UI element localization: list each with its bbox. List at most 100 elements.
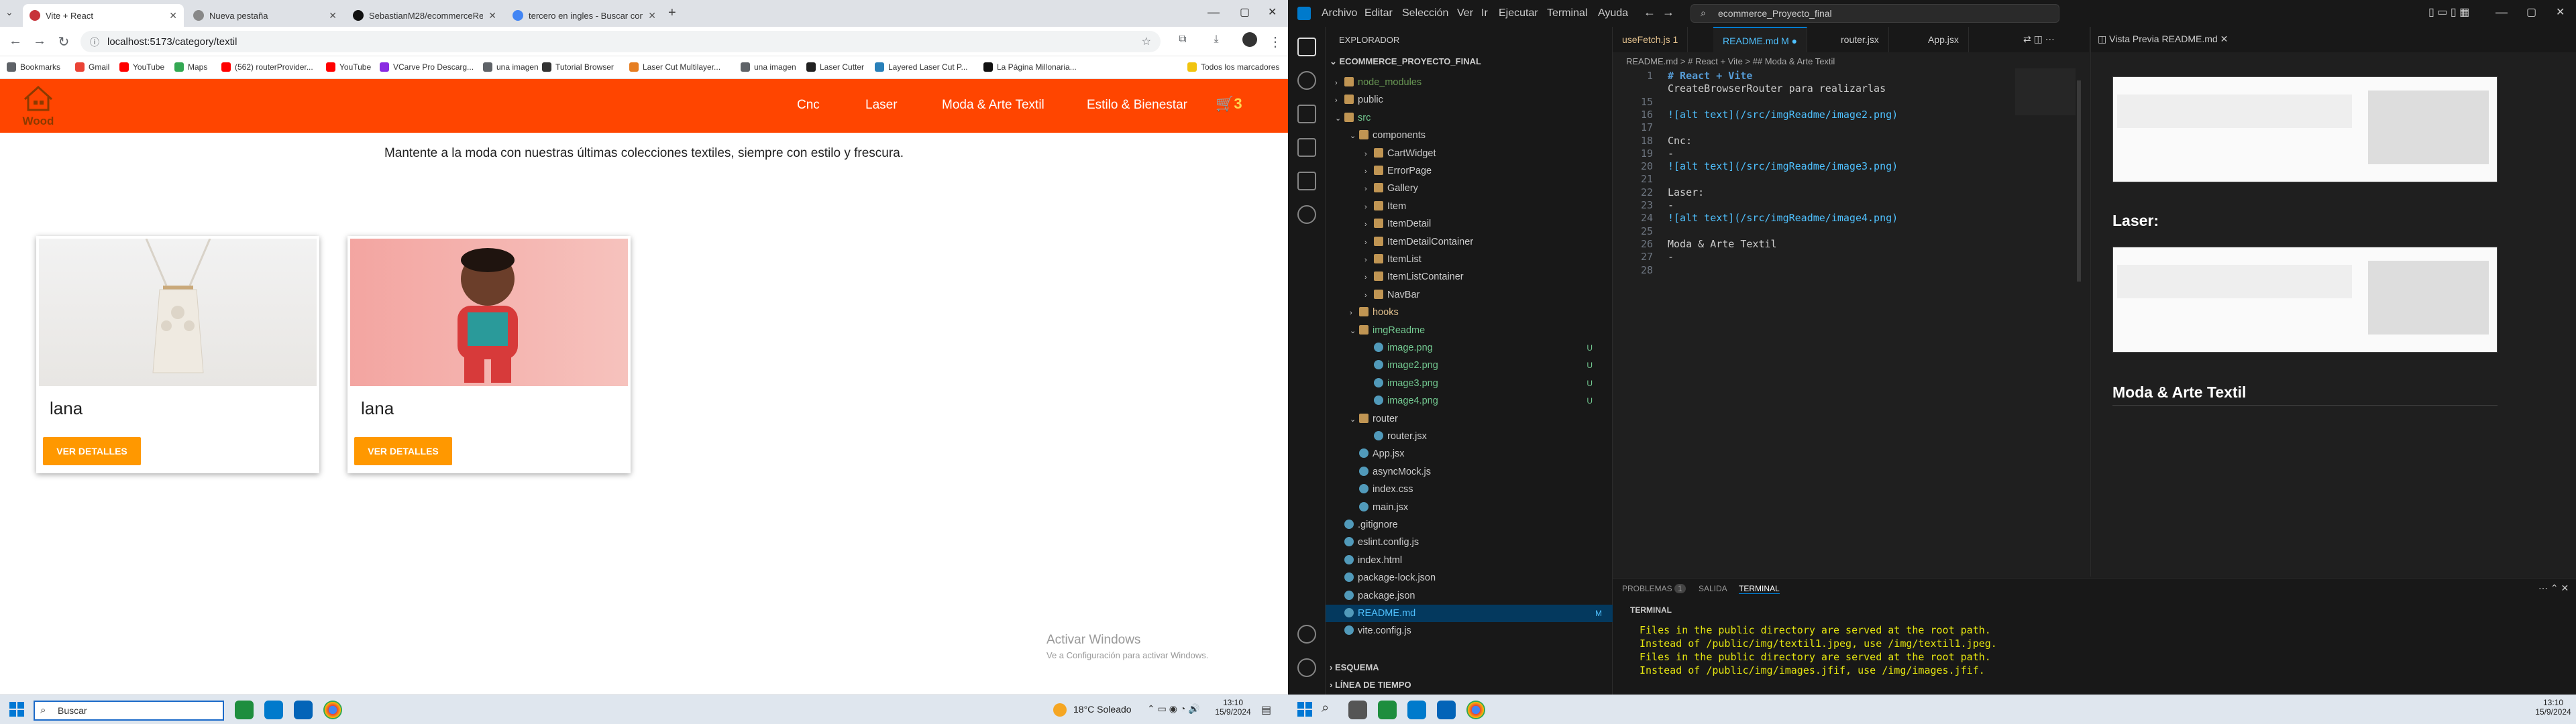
menu-ver[interactable]: Ver xyxy=(1457,7,1473,19)
tree-folder[interactable]: ⌄ components xyxy=(1350,127,1603,144)
bookmark-item[interactable]: Gmail xyxy=(75,62,109,72)
bookmark-item[interactable]: Laser Cutter xyxy=(806,62,864,72)
remote-icon[interactable] xyxy=(1297,205,1316,224)
tree-folder[interactable]: › node_modules xyxy=(1335,74,1603,91)
code-line[interactable]: - xyxy=(1668,199,1674,211)
view-details-button[interactable]: VER DETALLES xyxy=(43,437,141,465)
tree-file[interactable]: README.md M xyxy=(1326,605,1613,622)
tree-folder[interactable]: › NavBar xyxy=(1364,286,1603,304)
settings-gear-icon[interactable] xyxy=(1297,658,1316,677)
close-icon[interactable]: ✕ xyxy=(169,10,177,21)
minimap[interactable] xyxy=(2015,68,2076,115)
menu-ayuda[interactable]: Ayuda xyxy=(1598,7,1628,19)
account-icon[interactable] xyxy=(1297,625,1316,644)
code-line[interactable]: # React + Vite xyxy=(1668,70,1752,82)
weather-text[interactable]: 18°C Soleado xyxy=(1073,704,1132,715)
code-line[interactable]: - xyxy=(1668,147,1674,160)
minimize-icon[interactable]: — xyxy=(2496,5,2508,19)
tab-new[interactable]: Nueva pestaña ✕ xyxy=(186,4,343,27)
code-line[interactable]: - xyxy=(1668,251,1674,263)
code-line[interactable]: Laser: xyxy=(1668,186,1704,198)
bookmark-item[interactable]: Maps xyxy=(174,62,207,72)
code-line[interactable]: ![alt text](/src/imgReadme/image4.png) xyxy=(1668,212,1898,224)
code-line[interactable]: ![alt text](/src/imgReadme/image3.png) xyxy=(1668,160,1898,172)
bookmark-item[interactable]: una imagen xyxy=(483,62,539,72)
nav-forward-icon[interactable]: → xyxy=(1662,5,1674,19)
code-line[interactable]: ![alt text](/src/imgReadme/image2.png) xyxy=(1668,109,1898,121)
clock[interactable]: 13:10 15/9/2024 xyxy=(2533,698,2573,717)
site-logo[interactable]: Wood xyxy=(15,84,62,127)
breadcrumb[interactable]: README.md > # React + Vite > ## Moda & A… xyxy=(1626,56,1835,66)
tree-folder[interactable]: ⌄ imgReadme xyxy=(1350,322,1603,339)
app-icon[interactable] xyxy=(1378,701,1397,719)
system-tray-icons[interactable]: ⌃ ▭ ◉ ◔ 🔊 xyxy=(1147,703,1200,715)
project-root[interactable]: ⌄ ECOMMERCE_PROYECTO_FINAL xyxy=(1330,56,1481,67)
site-info-icon[interactable]: ⓘ xyxy=(90,36,99,49)
tab-terminal[interactable]: TERMINAL xyxy=(1739,584,1780,594)
tree-folder[interactable]: › Gallery xyxy=(1364,180,1603,197)
tree-file[interactable]: package-lock.json xyxy=(1335,569,1603,587)
timeline-section[interactable]: › LÍNEA DE TIEMPO xyxy=(1330,680,1411,690)
tab-usefetch[interactable]: useFetch.js 1 xyxy=(1613,27,1688,52)
new-tab-button[interactable]: + xyxy=(668,5,676,21)
cart-widget[interactable]: 🛒3 xyxy=(1216,95,1242,113)
tree-folder[interactable]: › hooks xyxy=(1350,304,1603,321)
bookmark-item[interactable]: Bookmarks xyxy=(7,62,60,72)
maximize-icon[interactable]: ▢ xyxy=(2526,5,2536,19)
vscode-taskbar-icon[interactable] xyxy=(1407,701,1426,719)
tab-problems[interactable]: PROBLEMAS 1 xyxy=(1622,584,1686,593)
tree-file[interactable]: asyncMock.js xyxy=(1350,463,1603,481)
search-icon[interactable] xyxy=(1297,71,1316,90)
bookmark-item[interactable]: Layered Laser Cut P... xyxy=(875,62,968,72)
layout-toggle-icons[interactable]: ▯ ▭ ▯ ▦ xyxy=(2428,5,2469,19)
minimize-icon[interactable]: — xyxy=(1208,5,1220,19)
profile-avatar[interactable] xyxy=(1241,32,1258,51)
tree-folder[interactable]: › ErrorPage xyxy=(1364,162,1603,180)
chrome-taskbar-icon[interactable] xyxy=(323,701,342,719)
tab-vite-react[interactable]: Vite + React ✕ xyxy=(23,4,184,27)
tree-file[interactable]: eslint.config.js xyxy=(1335,534,1603,551)
editor-actions-icons[interactable]: ⇄ ◫ ⋯ xyxy=(2023,34,2055,45)
search-icon[interactable]: ⌕ xyxy=(1322,701,1329,716)
tree-folder[interactable]: › Item xyxy=(1364,198,1603,215)
clock[interactable]: 13:10 15/9/2024 xyxy=(1213,698,1253,717)
menu-editar[interactable]: Editar xyxy=(1364,7,1393,19)
windows-start-icon[interactable] xyxy=(1297,702,1312,717)
tab-preview[interactable]: ◫ Vista Previa README.md ✕ xyxy=(2098,34,2228,45)
nav-link-laser[interactable]: Laser xyxy=(865,98,898,113)
all-bookmarks[interactable]: Todos los marcadores xyxy=(1187,62,1279,72)
tree-file[interactable]: vite.config.js xyxy=(1335,622,1603,640)
maximize-icon[interactable]: ▢ xyxy=(1240,5,1250,19)
extensions-icon[interactable] xyxy=(1297,172,1316,190)
menu-archivo[interactable]: Archivo xyxy=(1322,7,1357,19)
tree-file[interactable]: main.jsx xyxy=(1350,499,1603,516)
outline-section[interactable]: › ESQUEMA xyxy=(1330,662,1379,672)
notification-icon[interactable]: ▤ xyxy=(1261,703,1271,717)
outlook-icon[interactable] xyxy=(294,701,313,719)
task-view-icon[interactable] xyxy=(1348,701,1367,719)
close-icon[interactable]: ✕ xyxy=(648,10,656,21)
tree-file[interactable]: package.json xyxy=(1335,587,1603,605)
menu-terminal[interactable]: Terminal xyxy=(1547,7,1587,19)
bookmark-item[interactable]: VCarve Pro Descarg... xyxy=(380,62,474,72)
tree-folder[interactable]: › CartWidget xyxy=(1364,145,1603,162)
menu-seleccion[interactable]: Selección xyxy=(1402,7,1448,19)
forward-icon[interactable]: → xyxy=(31,34,48,49)
nav-link-estilo-bienestar[interactable]: Estilo & Bienestar xyxy=(1087,98,1187,113)
nav-link-moda-arte-textil[interactable]: Moda & Arte Textil xyxy=(942,98,1044,113)
tree-file[interactable]: index.css xyxy=(1350,481,1603,498)
code-line[interactable]: Cnc: xyxy=(1668,135,1692,147)
tree-folder[interactable]: › ItemList xyxy=(1364,251,1603,268)
reload-icon[interactable]: ↻ xyxy=(55,34,72,50)
close-window-icon[interactable]: ✕ xyxy=(1268,5,1277,19)
tree-folder[interactable]: › ItemListContainer xyxy=(1364,268,1603,286)
menu-ir[interactable]: Ir xyxy=(1481,7,1488,19)
panel-actions-icons[interactable]: ⋯ ⌃ ✕ xyxy=(2538,583,2569,594)
tree-file[interactable]: image.png U xyxy=(1364,339,1603,357)
windows-start-icon[interactable] xyxy=(9,702,24,717)
outlook-icon[interactable] xyxy=(1437,701,1456,719)
close-icon[interactable]: ✕ xyxy=(488,10,496,21)
bookmark-item[interactable]: YouTube xyxy=(326,62,371,72)
nav-back-icon[interactable]: ← xyxy=(1644,5,1656,19)
vscode-taskbar-icon[interactable] xyxy=(264,701,283,719)
